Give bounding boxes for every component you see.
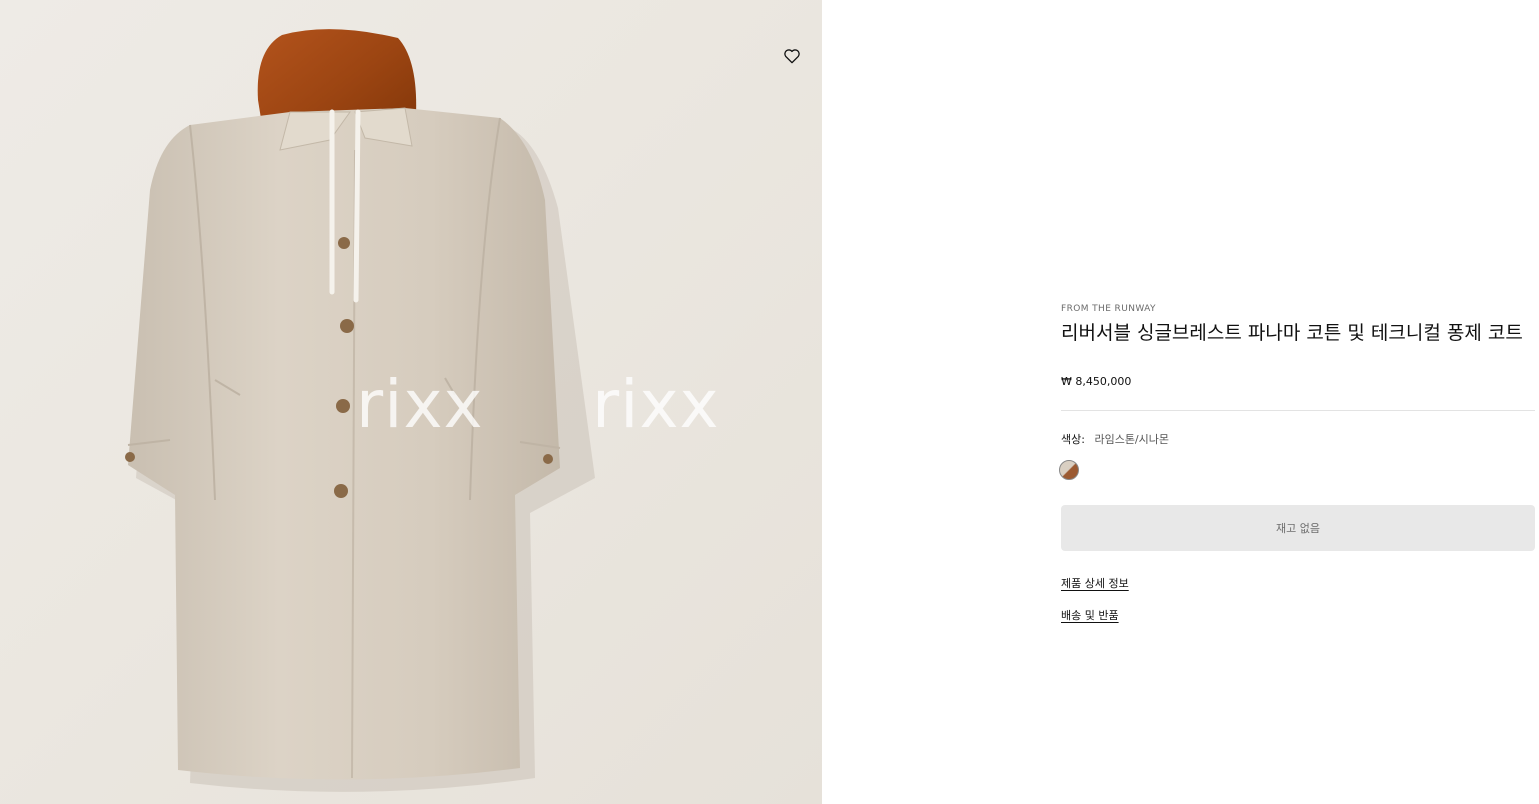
product-price: ₩ 8,450,000 [1061,375,1132,388]
sold-out-button[interactable]: 재고 없음 [1061,505,1535,551]
color-label: 색상: [1061,433,1085,446]
shipping-returns-link[interactable]: 배송 및 반품 [1061,607,1119,623]
watermark-text: rixx [592,366,720,443]
wishlist-heart-icon[interactable] [782,46,802,66]
color-row: 색상: 라임스톤/시나몬 [1061,431,1169,447]
divider [1061,410,1535,411]
collection-label: FROM THE RUNWAY [1061,304,1156,314]
product-title: 리버서블 싱글브레스트 파나마 코튼 및 테크니컬 퐁제 코트 [1061,322,1523,344]
watermark-text: rixx [356,366,484,443]
product-details-link[interactable]: 제품 상세 정보 [1061,575,1129,591]
color-swatch[interactable] [1059,460,1079,480]
product-image: rixx rixx [0,0,822,804]
product-page: rixx rixx FROM THE RUNWAY 리버서블 싱글브레스트 파나… [0,0,1539,804]
color-value: 라임스톤/시나몬 [1094,433,1169,446]
